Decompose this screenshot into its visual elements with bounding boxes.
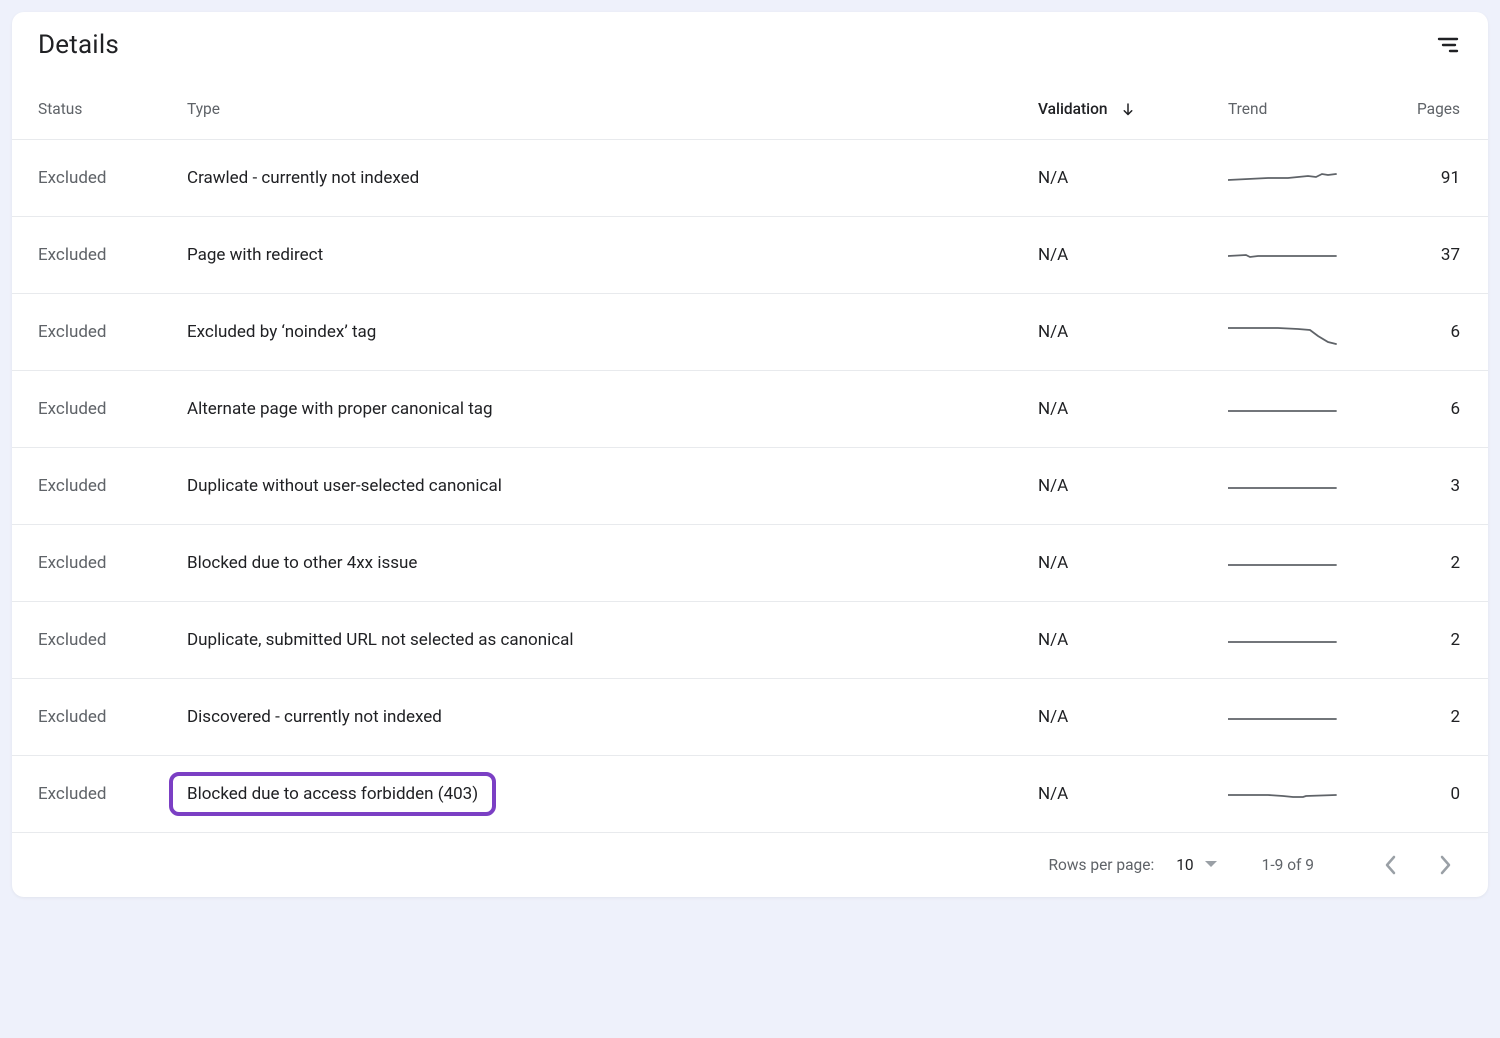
cell-status: Excluded <box>12 139 187 216</box>
filter-button[interactable] <box>1434 31 1462 59</box>
cell-pages: 37 <box>1398 216 1488 293</box>
chevron-left-icon <box>1384 855 1396 875</box>
cell-validation: N/A <box>1038 216 1228 293</box>
cell-pages: 3 <box>1398 447 1488 524</box>
trend-sparkline <box>1228 780 1338 808</box>
table-row[interactable]: ExcludedDuplicate, submitted URL not sel… <box>12 601 1488 678</box>
next-page-button[interactable] <box>1432 851 1460 879</box>
cell-validation: N/A <box>1038 678 1228 755</box>
trend-sparkline <box>1228 318 1338 346</box>
filter-icon <box>1436 33 1460 57</box>
table-header-row: Status Type Validation Trend Pages <box>12 72 1488 139</box>
cell-validation: N/A <box>1038 524 1228 601</box>
column-header-status[interactable]: Status <box>12 72 187 139</box>
cell-status: Excluded <box>12 447 187 524</box>
cell-trend <box>1228 601 1398 678</box>
table-row[interactable]: ExcludedBlocked due to access forbidden … <box>12 755 1488 832</box>
cell-type: Page with redirect <box>187 216 1038 293</box>
cell-trend <box>1228 370 1398 447</box>
cell-status: Excluded <box>12 370 187 447</box>
trend-sparkline <box>1228 241 1338 269</box>
cell-trend <box>1228 216 1398 293</box>
table-row[interactable]: ExcludedCrawled - currently not indexedN… <box>12 139 1488 216</box>
cell-pages: 2 <box>1398 601 1488 678</box>
column-header-pages[interactable]: Pages <box>1398 72 1488 139</box>
dropdown-icon <box>1204 860 1218 870</box>
pagination-nav <box>1376 851 1460 879</box>
trend-sparkline <box>1228 703 1338 731</box>
cell-validation: N/A <box>1038 370 1228 447</box>
table-row[interactable]: ExcludedAlternate page with proper canon… <box>12 370 1488 447</box>
chevron-right-icon <box>1440 855 1452 875</box>
cell-validation: N/A <box>1038 447 1228 524</box>
table-row[interactable]: ExcludedExcluded by ‘noindex’ tagN/A 6 <box>12 293 1488 370</box>
table-row[interactable]: ExcludedDuplicate without user-selected … <box>12 447 1488 524</box>
sort-descending-icon <box>1119 101 1137 119</box>
cell-trend <box>1228 293 1398 370</box>
column-header-validation[interactable]: Validation <box>1038 72 1228 139</box>
trend-sparkline <box>1228 395 1338 423</box>
table-row[interactable]: ExcludedBlocked due to other 4xx issueN/… <box>12 524 1488 601</box>
cell-status: Excluded <box>12 755 187 832</box>
column-header-validation-label: Validation <box>1038 100 1108 118</box>
rows-per-page-label: Rows per page: <box>1049 856 1155 874</box>
cell-status: Excluded <box>12 293 187 370</box>
card-header: Details <box>12 12 1488 72</box>
highlight-box: Blocked due to access forbidden (403) <box>169 772 496 816</box>
rows-per-page-select[interactable]: 10 <box>1176 856 1217 874</box>
cell-trend <box>1228 678 1398 755</box>
cell-status: Excluded <box>12 524 187 601</box>
cell-pages: 6 <box>1398 293 1488 370</box>
cell-status: Excluded <box>12 216 187 293</box>
cell-trend <box>1228 524 1398 601</box>
cell-type: Alternate page with proper canonical tag <box>187 370 1038 447</box>
page-range: 1-9 of 9 <box>1262 856 1314 874</box>
cell-pages: 6 <box>1398 370 1488 447</box>
cell-pages: 0 <box>1398 755 1488 832</box>
card-title: Details <box>38 30 119 60</box>
cell-type: Duplicate, submitted URL not selected as… <box>187 601 1038 678</box>
trend-sparkline <box>1228 549 1338 577</box>
cell-trend <box>1228 447 1398 524</box>
column-header-type[interactable]: Type <box>187 72 1038 139</box>
cell-type: Discovered - currently not indexed <box>187 678 1038 755</box>
column-header-trend[interactable]: Trend <box>1228 72 1398 139</box>
cell-validation: N/A <box>1038 139 1228 216</box>
details-table: Status Type Validation Trend Pages Exclu… <box>12 72 1488 833</box>
cell-type: Crawled - currently not indexed <box>187 139 1038 216</box>
table-row[interactable]: ExcludedDiscovered - currently not index… <box>12 678 1488 755</box>
cell-validation: N/A <box>1038 293 1228 370</box>
cell-trend <box>1228 139 1398 216</box>
trend-sparkline <box>1228 626 1338 654</box>
table-row[interactable]: ExcludedPage with redirectN/A 37 <box>12 216 1488 293</box>
trend-sparkline <box>1228 472 1338 500</box>
details-card: Details Status Type Validation Trend Pag… <box>12 12 1488 897</box>
cell-type: Duplicate without user-selected canonica… <box>187 447 1038 524</box>
rows-per-page: Rows per page: 10 <box>1049 856 1218 874</box>
cell-pages: 2 <box>1398 678 1488 755</box>
cell-validation: N/A <box>1038 755 1228 832</box>
rows-per-page-value: 10 <box>1176 856 1193 874</box>
cell-pages: 91 <box>1398 139 1488 216</box>
cell-type: Excluded by ‘noindex’ tag <box>187 293 1038 370</box>
cell-trend <box>1228 755 1398 832</box>
cell-status: Excluded <box>12 678 187 755</box>
cell-status: Excluded <box>12 601 187 678</box>
cell-type: Blocked due to access forbidden (403) <box>187 755 1038 832</box>
prev-page-button[interactable] <box>1376 851 1404 879</box>
cell-type: Blocked due to other 4xx issue <box>187 524 1038 601</box>
cell-pages: 2 <box>1398 524 1488 601</box>
trend-sparkline <box>1228 164 1338 192</box>
pagination-bar: Rows per page: 10 1-9 of 9 <box>12 833 1488 889</box>
cell-validation: N/A <box>1038 601 1228 678</box>
